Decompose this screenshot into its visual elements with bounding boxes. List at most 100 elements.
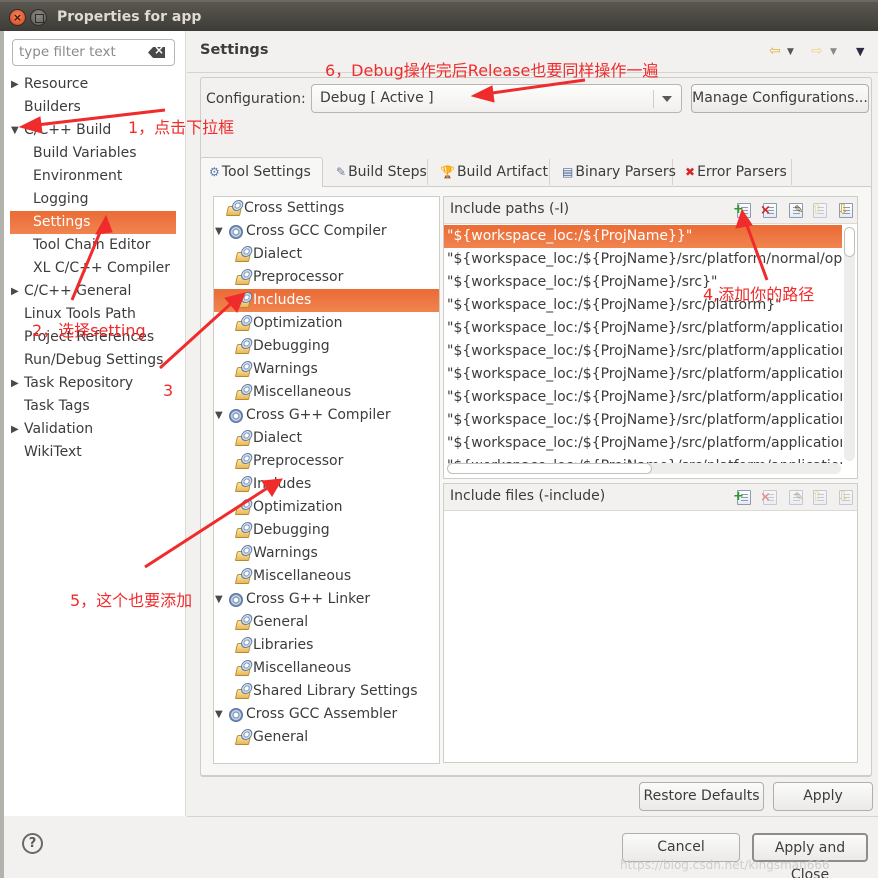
expanded-arrow-icon[interactable]: ▼: [215, 588, 223, 611]
filter-input[interactable]: [19, 44, 144, 60]
error-icon: ✖: [685, 165, 696, 179]
tool-tree-item[interactable]: Warnings: [214, 358, 439, 381]
include-path-row[interactable]: "${workspace_loc:/${ProjName}/src/platfo…: [444, 363, 842, 386]
sidebar-item-task-repository[interactable]: ▶ Task Repository: [4, 372, 186, 395]
tool-tree-item[interactable]: Preprocessor: [214, 450, 439, 473]
tab-error-parsers[interactable]: ✖ Error Parsers: [677, 159, 792, 185]
include-paths-header: Include paths (-I): [444, 197, 857, 224]
forward-arrow-icon[interactable]: ⇨: [811, 43, 823, 59]
edit-icon[interactable]: [789, 203, 803, 218]
tool-tree-item[interactable]: General: [214, 726, 439, 749]
tool-tree-item[interactable]: Miscellaneous: [214, 565, 439, 588]
manage-configurations-button[interactable]: Manage Configurations...: [691, 84, 869, 113]
maximize-window-button[interactable]: [30, 9, 47, 26]
tool-tree-item[interactable]: Warnings: [214, 542, 439, 565]
move-up-icon[interactable]: [811, 203, 827, 218]
clear-filter-icon[interactable]: [148, 47, 165, 58]
configuration-value: Debug [ Active ]: [320, 90, 434, 106]
window-title: Properties for app: [57, 9, 202, 25]
tool-tree-item[interactable]: Libraries: [214, 634, 439, 657]
sidebar-item-validation[interactable]: ▶ Validation: [4, 418, 186, 441]
option-folder-icon: [234, 390, 252, 400]
move-down-icon[interactable]: [837, 203, 853, 218]
sidebar-item-xl-c-c-compiler[interactable]: XL C/C++ Compiler: [4, 257, 186, 280]
sidebar-item-resource[interactable]: ▶ Resource: [4, 73, 186, 96]
tool-tree-item[interactable]: Shared Library Settings: [214, 680, 439, 703]
tool-tree-label: Miscellaneous: [253, 384, 352, 400]
close-window-button[interactable]: ×: [9, 9, 26, 26]
tab-tool-settings[interactable]: ⚙ Tool Settings: [200, 157, 323, 187]
help-icon[interactable]: ?: [22, 833, 43, 854]
back-arrow-icon[interactable]: ⇦: [769, 43, 781, 59]
back-dropdown-icon[interactable]: ▼: [787, 47, 794, 57]
expanded-arrow-icon[interactable]: ▼: [11, 119, 19, 142]
restore-defaults-button[interactable]: Restore Defaults: [639, 782, 764, 811]
collapsed-arrow-icon[interactable]: ▶: [11, 280, 19, 303]
sidebar-item-build-variables[interactable]: Build Variables: [4, 142, 186, 165]
tool-tree-item[interactable]: Miscellaneous: [214, 657, 439, 680]
sidebar-item-run-debug-settings[interactable]: Run/Debug Settings: [4, 349, 186, 372]
tool-tree-item[interactable]: Includes: [214, 289, 439, 312]
include-path-row[interactable]: "${workspace_loc:/${ProjName}/src/platfo…: [444, 317, 842, 340]
tab-build-artifact[interactable]: 🏆 Build Artifact: [432, 159, 550, 185]
scroll-thumb[interactable]: [447, 463, 652, 474]
include-path-row[interactable]: "${workspace_loc:/${ProjName}/src/platfo…: [444, 409, 842, 432]
include-path-row[interactable]: "${workspace_loc:/${ProjName}/src/platfo…: [444, 248, 842, 271]
tool-tree-item[interactable]: Dialect: [214, 243, 439, 266]
tool-tree-item[interactable]: ▼ Cross G++ Linker: [214, 588, 439, 611]
sidebar-item-settings[interactable]: Settings: [10, 211, 176, 234]
sidebar-item-label: Tool Chain Editor: [33, 237, 151, 253]
filter-field[interactable]: [12, 39, 175, 66]
collapsed-arrow-icon[interactable]: ▶: [11, 418, 19, 441]
move-down-icon[interactable]: [837, 490, 853, 505]
include-path-row[interactable]: "${workspace_loc:/${ProjName}/src/platfo…: [444, 432, 842, 455]
forward-dropdown-icon[interactable]: ▼: [830, 47, 837, 57]
tab-build-steps[interactable]: ✎ Build Steps: [328, 159, 428, 185]
sidebar-item-wikitext[interactable]: WikiText: [4, 441, 186, 464]
add-icon[interactable]: [733, 203, 751, 218]
expanded-arrow-icon[interactable]: ▼: [215, 404, 223, 427]
tool-tree-label: General: [253, 729, 309, 745]
include-path-row[interactable]: "${workspace_loc:/${ProjName}/src/platfo…: [444, 340, 842, 363]
option-folder-icon: [234, 436, 252, 446]
expanded-arrow-icon[interactable]: ▼: [215, 220, 223, 243]
chevron-down-icon[interactable]: [662, 96, 672, 102]
tool-tree-item[interactable]: Dialect: [214, 427, 439, 450]
edit-icon[interactable]: [789, 490, 803, 505]
include-path-row[interactable]: "${workspace_loc:/${ProjName}/src/platfo…: [444, 386, 842, 409]
tool-tree-item[interactable]: Preprocessor: [214, 266, 439, 289]
collapsed-arrow-icon[interactable]: ▶: [11, 73, 19, 96]
delete-icon[interactable]: [760, 203, 777, 218]
option-folder-icon: [234, 551, 252, 561]
sidebar-item-task-tags[interactable]: Task Tags: [4, 395, 186, 418]
add-icon[interactable]: [733, 490, 751, 505]
tab-binary-parsers[interactable]: ▤ Binary Parsers: [554, 159, 676, 185]
tool-tree-item[interactable]: Debugging: [214, 519, 439, 542]
delete-icon[interactable]: [760, 490, 777, 505]
horizontal-scrollbar[interactable]: [447, 463, 841, 474]
tool-tree-item[interactable]: ▼ Cross G++ Compiler: [214, 404, 439, 427]
sidebar-item-environment[interactable]: Environment: [4, 165, 186, 188]
sidebar-item-label: Resource: [24, 76, 89, 92]
scroll-thumb[interactable]: [844, 227, 855, 257]
tool-tree-item[interactable]: General: [214, 611, 439, 634]
tool-tree-item[interactable]: Optimization: [214, 496, 439, 519]
tool-tree-item[interactable]: Debugging: [214, 335, 439, 358]
sidebar-item-logging[interactable]: Logging: [4, 188, 186, 211]
collapsed-arrow-icon[interactable]: ▶: [11, 372, 19, 395]
tool-tree-item[interactable]: ▼ Cross GCC Compiler: [214, 220, 439, 243]
vertical-scrollbar[interactable]: [844, 227, 855, 461]
include-path-row[interactable]: "${workspace_loc:/${ProjName}}": [444, 225, 842, 248]
view-menu-icon[interactable]: ▼: [856, 45, 864, 58]
tool-tree-item[interactable]: Optimization: [214, 312, 439, 335]
sidebar-item-tool-chain-editor[interactable]: Tool Chain Editor: [4, 234, 186, 257]
tool-tree-item[interactable]: Miscellaneous: [214, 381, 439, 404]
configuration-dropdown[interactable]: Debug [ Active ]: [311, 84, 682, 113]
move-up-icon[interactable]: [811, 490, 827, 505]
sidebar-item-c-c-general[interactable]: ▶ C/C++ General: [4, 280, 186, 303]
apply-button[interactable]: Apply: [773, 782, 873, 811]
tool-tree-item[interactable]: ▼ Cross GCC Assembler: [214, 703, 439, 726]
tool-tree-item[interactable]: Cross Settings: [214, 197, 439, 220]
tool-tree-item[interactable]: Includes: [214, 473, 439, 496]
expanded-arrow-icon[interactable]: ▼: [215, 703, 223, 726]
